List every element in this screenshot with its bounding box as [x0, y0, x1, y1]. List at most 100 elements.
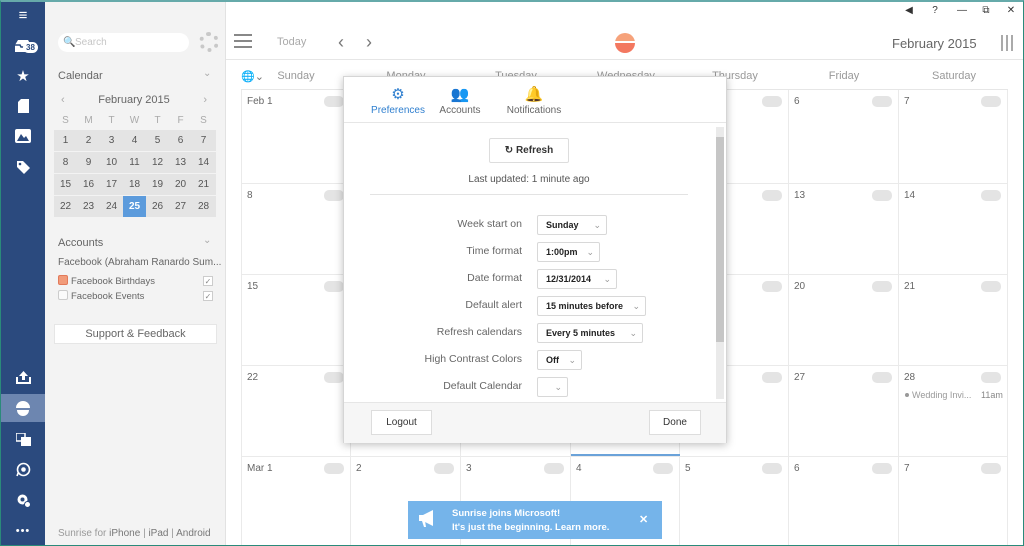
mini-day[interactable]: 7	[192, 130, 215, 151]
close-button[interactable]: ✕	[1001, 5, 1021, 16]
prev-month-button[interactable]: ‹	[338, 32, 344, 53]
notebook-icon[interactable]	[9, 93, 37, 119]
pin-button[interactable]: ◀	[899, 5, 919, 16]
tab-notifications[interactable]: 🔔 Notifications	[494, 85, 574, 116]
day-cell[interactable]: 8	[241, 184, 351, 275]
add-event-icon[interactable]	[544, 463, 564, 474]
calendar-section-header[interactable]: Calendar	[58, 70, 103, 82]
upload-icon[interactable]	[9, 364, 37, 390]
support-feedback-button[interactable]: Support & Feedback	[54, 324, 217, 344]
add-event-icon[interactable]	[324, 372, 344, 383]
mini-day[interactable]: 17	[100, 174, 123, 195]
checkbox[interactable]: ✓	[203, 276, 213, 286]
day-cell[interactable]: 14	[899, 184, 1008, 275]
accounts-section-header[interactable]: Accounts	[58, 237, 103, 249]
mini-day[interactable]: 27	[169, 196, 192, 217]
day-cell[interactable]: 27	[789, 366, 899, 457]
mini-day[interactable]: 19	[146, 174, 169, 195]
today-button[interactable]: Today	[277, 36, 306, 48]
whatsapp-icon[interactable]	[9, 456, 37, 482]
tag-icon[interactable]	[9, 154, 37, 180]
mini-day[interactable]: 22	[54, 196, 77, 217]
announcement-toast[interactable]: Sunrise joins Microsoft! It's just the b…	[408, 501, 662, 539]
add-event-icon[interactable]	[981, 372, 1001, 383]
minimize-button[interactable]: —	[952, 5, 972, 16]
mini-day[interactable]: 1	[54, 130, 77, 151]
add-event-icon[interactable]	[981, 96, 1001, 107]
event-item[interactable]: Wedding Invi... 11am	[905, 390, 1005, 400]
add-event-icon[interactable]	[981, 190, 1001, 201]
add-event-icon[interactable]	[981, 463, 1001, 474]
mountain-icon[interactable]	[9, 123, 37, 149]
add-event-icon[interactable]	[324, 463, 344, 474]
mini-day[interactable]: 16	[77, 174, 100, 195]
star-icon[interactable]: ★	[9, 63, 37, 89]
add-event-icon[interactable]	[762, 372, 782, 383]
menu-icon[interactable]: ≡	[9, 2, 37, 28]
day-cell[interactable]: 13	[789, 184, 899, 275]
done-button[interactable]: Done	[649, 410, 701, 435]
day-cell[interactable]: 21	[899, 275, 1008, 366]
mini-day[interactable]: 15	[54, 174, 77, 195]
calendar-facebook-events[interactable]: Facebook Events	[58, 290, 144, 302]
mini-day[interactable]: 5	[146, 130, 169, 151]
sunrise-icon[interactable]	[1, 394, 45, 422]
mini-day[interactable]: 24	[100, 196, 123, 217]
mini-day[interactable]: 2	[77, 130, 100, 151]
refresh-button[interactable]: ↻ Refresh	[489, 138, 569, 163]
mini-prev-button[interactable]: ‹	[61, 94, 65, 106]
add-event-icon[interactable]	[762, 463, 782, 474]
mini-day[interactable]: 26	[146, 196, 169, 217]
pref-select[interactable]: Every 5 minutes ⌄	[537, 323, 643, 343]
settings-scrollbar[interactable]	[716, 127, 724, 399]
scroll-thumb[interactable]	[716, 137, 724, 342]
day-cell[interactable]: 28 Wedding Invi... 11am	[899, 366, 1008, 457]
day-cell[interactable]: 6	[789, 457, 899, 545]
day-cell[interactable]: 15	[241, 275, 351, 366]
toast-close-button[interactable]: ✕	[639, 513, 648, 526]
pref-select[interactable]: Sunday ⌄	[537, 215, 607, 235]
ipad-link[interactable]: iPad	[148, 528, 168, 539]
mini-next-button[interactable]: ›	[203, 94, 207, 106]
mini-day[interactable]: 25	[123, 196, 146, 217]
pref-select[interactable]: 15 minutes before ⌄	[537, 296, 646, 316]
add-event-icon[interactable]	[872, 96, 892, 107]
day-cell[interactable]: 7	[899, 457, 1008, 545]
day-cell[interactable]: 20	[789, 275, 899, 366]
view-toggle-icon[interactable]	[1001, 35, 1013, 51]
more-icon[interactable]: •••	[9, 518, 37, 544]
mini-day[interactable]: 13	[169, 152, 192, 173]
chevron-down-icon[interactable]: ⌄	[203, 68, 211, 79]
day-cell[interactable]: Feb 1	[241, 90, 351, 184]
settings-badge-icon[interactable]	[9, 487, 37, 513]
day-cell[interactable]: 22	[241, 366, 351, 457]
pref-select[interactable]: ⌄	[537, 377, 568, 397]
mini-day[interactable]: 4	[123, 130, 146, 151]
add-event-icon[interactable]	[653, 463, 673, 474]
pref-select[interactable]: 1:00pm ⌄	[537, 242, 600, 262]
mini-day[interactable]: 6	[169, 130, 192, 151]
add-event-icon[interactable]	[324, 190, 344, 201]
pref-select[interactable]: 12/31/2014 ⌄	[537, 269, 617, 289]
add-event-icon[interactable]	[872, 463, 892, 474]
add-event-icon[interactable]	[872, 190, 892, 201]
calendar-switch-icon[interactable]	[9, 426, 37, 452]
checkbox[interactable]: ✓	[203, 291, 213, 301]
add-event-icon[interactable]	[434, 463, 454, 474]
android-link[interactable]: Android	[176, 528, 210, 539]
restore-button[interactable]: ⧉	[976, 5, 996, 16]
chevron-down-icon[interactable]: ⌄	[203, 235, 211, 246]
tab-accounts[interactable]: 👥 Accounts	[420, 85, 500, 116]
mini-day[interactable]: 23	[77, 196, 100, 217]
calendar-facebook-birthdays[interactable]: Facebook Birthdays	[58, 275, 155, 287]
mini-day[interactable]: 21	[192, 174, 215, 195]
mini-day[interactable]: 28	[192, 196, 215, 217]
logout-button[interactable]: Logout	[371, 410, 432, 435]
add-event-icon[interactable]	[324, 96, 344, 107]
add-event-icon[interactable]	[324, 281, 344, 292]
toast-message[interactable]: It's just the beginning. Learn more.	[452, 522, 609, 533]
mini-day[interactable]: 8	[54, 152, 77, 173]
help-button[interactable]: ?	[925, 5, 945, 16]
mini-day[interactable]: 12	[146, 152, 169, 173]
mini-day[interactable]: 3	[100, 130, 123, 151]
